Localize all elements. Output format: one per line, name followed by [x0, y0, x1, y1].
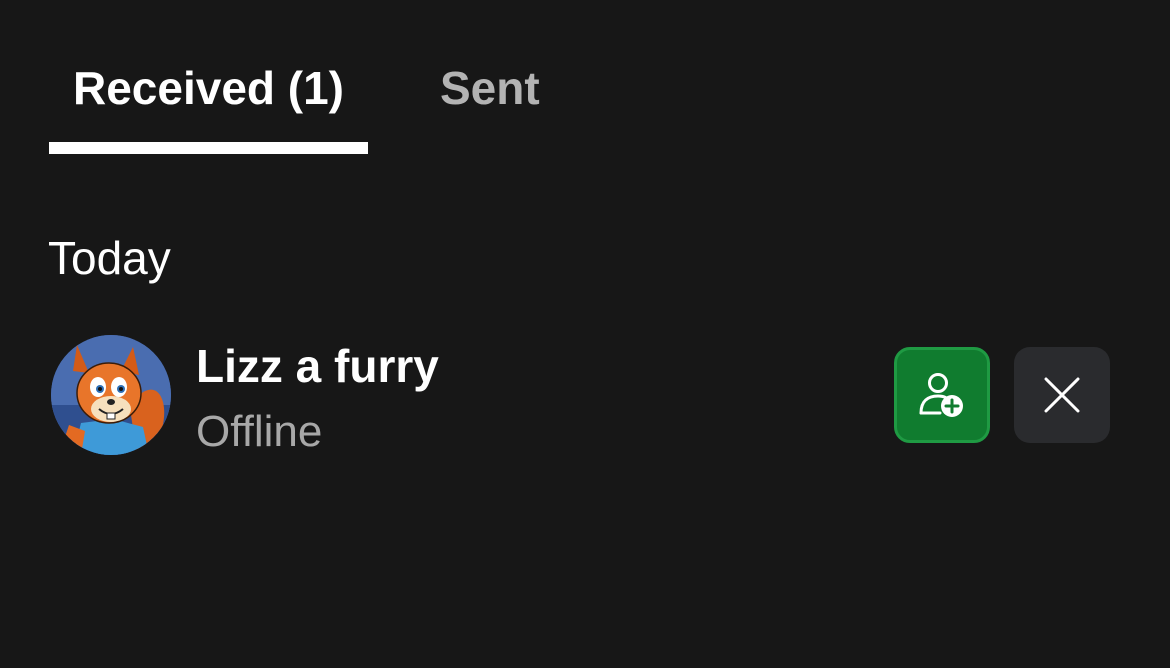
tab-sent[interactable]: Sent — [440, 58, 540, 118]
accept-request-button[interactable] — [894, 347, 990, 443]
user-status: Offline — [196, 407, 323, 456]
add-friend-icon — [919, 373, 963, 417]
decline-request-button[interactable] — [1014, 347, 1110, 443]
user-name[interactable]: Lizz a furry — [196, 336, 439, 396]
squirrel-avatar-icon — [51, 335, 171, 455]
avatar[interactable] — [51, 335, 171, 455]
section-header-today: Today — [48, 232, 171, 284]
active-tab-indicator — [49, 142, 368, 154]
tab-received[interactable]: Received (1) — [49, 58, 368, 118]
tab-bar: Received (1) Sent — [0, 0, 1170, 160]
friend-request-row[interactable]: Lizz a furry Offline — [0, 330, 1170, 460]
close-icon — [1044, 377, 1080, 413]
